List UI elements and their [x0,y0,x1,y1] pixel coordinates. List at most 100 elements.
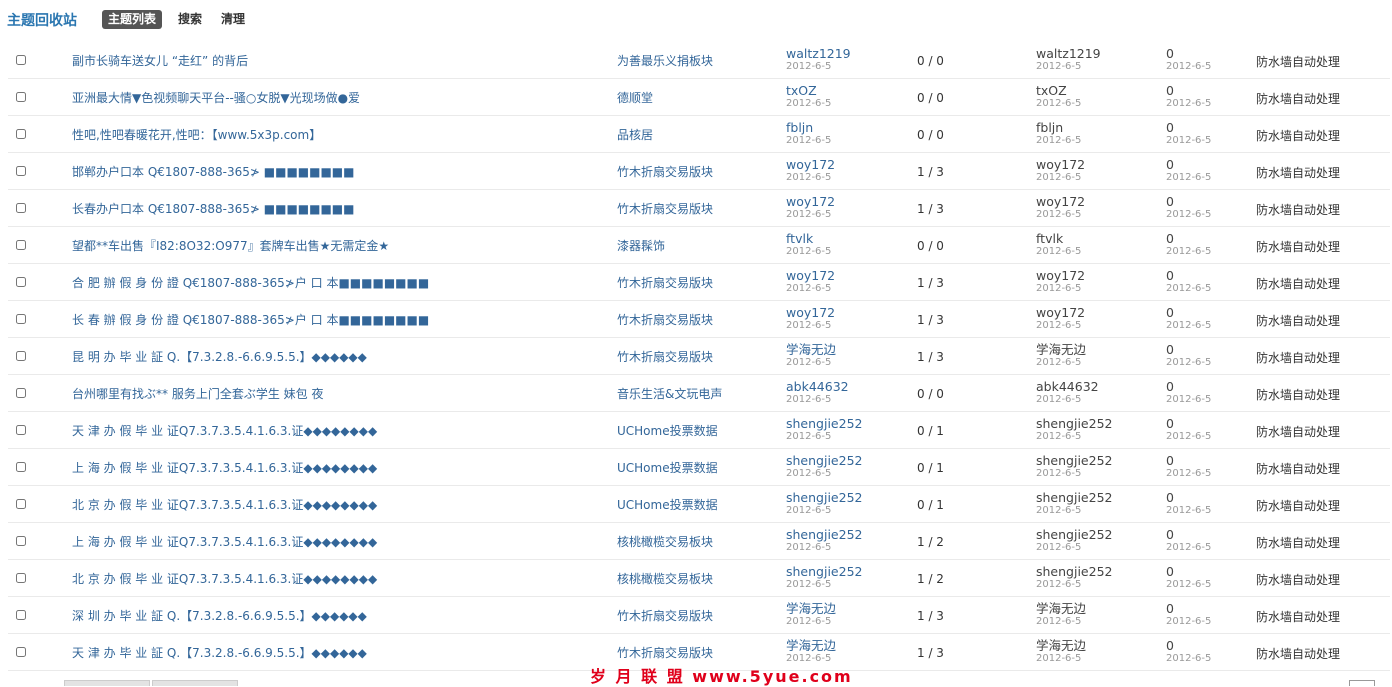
author-link[interactable]: ftvlk [786,232,831,246]
thread-subject-link[interactable]: 亚洲最大情▼色视频聊天平台--骚○女脱▼光现场做●爱 [72,89,360,106]
footer-button-1[interactable] [64,680,150,686]
author-link[interactable]: 学海无边 [786,602,836,616]
forum-link[interactable]: 德顺堂 [617,89,653,106]
forum-link[interactable]: UCHome投票数据 [617,459,718,476]
author-link[interactable]: shengjie252 [786,417,862,431]
thread-subject-link[interactable]: 长春办户口本 Q€1807-888-365≯ ■■■■■■■■ [72,200,354,217]
tab-cleanup[interactable]: 清理 [221,10,245,29]
thread-subject-link[interactable]: 邯郸办户口本 Q€1807-888-365≯ ■■■■■■■■ [72,163,354,180]
replies-views: 0 / 1 [917,461,944,475]
replies-views: 1 / 3 [917,165,944,179]
author-link[interactable]: txOZ [786,84,831,98]
page-title: 主题回收站 [7,13,77,29]
forum-link[interactable]: 竹木折扇交易版块 [617,348,713,365]
row-select-checkbox[interactable] [16,388,26,398]
author-link[interactable]: shengjie252 [786,528,862,542]
thread-subject-link[interactable]: 台州哪里有找ぶ** 服务上门全套ぶ学生 妹包 夜 [72,385,323,402]
thread-subject-link[interactable]: 合 肥 辦 假 身 份 證 Q€1807-888-365≯户 口 本■■■■■■… [72,274,429,291]
thread-subject-link[interactable]: 天 津 办 假 毕 业 证Q7.3.7.3.5.4.1.6.3.证◆◆◆◆◆◆◆… [72,422,377,439]
forum-link[interactable]: 竹木折扇交易版块 [617,644,713,661]
forum-link[interactable]: 竹木折扇交易版块 [617,607,713,624]
forum-link[interactable]: 核桃橄榄交易板块 [617,533,713,550]
thread-subject-link[interactable]: 深 圳 办 毕 业 証 Q.【7.3.2.8.-6.6.9.5.5.】◆◆◆◆◆… [72,607,367,624]
deleted-count: 0 [1166,342,1174,357]
row-select-checkbox[interactable] [16,129,26,139]
forum-link[interactable]: UCHome投票数据 [617,422,718,439]
last-poster: woy172 [1036,305,1086,320]
forum-link[interactable]: 漆器髹饰 [617,237,665,254]
last-poster: woy172 [1036,157,1086,172]
row-select-checkbox[interactable] [16,351,26,361]
last-post-date: 2012-6-5 [1036,98,1082,109]
deleted-cell: 0 2012-6-5 [1166,84,1211,110]
deleted-count: 0 [1166,601,1174,616]
tab-search[interactable]: 搜索 [178,10,202,29]
forum-link[interactable]: 竹木折扇交易版块 [617,274,713,291]
author-link[interactable]: shengjie252 [786,491,862,505]
author-link[interactable]: 学海无边 [786,343,836,357]
thread-subject-link[interactable]: 望都**车出售『I82:8O32:O977』套牌车出售★无需定金★ [72,237,389,254]
forum-link[interactable]: 品核居 [617,126,653,143]
row-select-checkbox[interactable] [16,573,26,583]
author-link[interactable]: woy172 [786,158,835,172]
deleted-cell: 0 2012-6-5 [1166,417,1211,443]
forum-link[interactable]: 竹木折扇交易版块 [617,200,713,217]
author-link[interactable]: shengjie252 [786,454,862,468]
replies-views: 1 / 3 [917,276,944,290]
last-post-cell: woy172 2012-6-5 [1036,269,1085,295]
forum-link[interactable]: 核桃橄榄交易板块 [617,570,713,587]
row-select-checkbox[interactable] [16,203,26,213]
deleted-cell: 0 2012-6-5 [1166,342,1211,369]
thread-subject-link[interactable]: 北 京 办 假 毕 业 证Q7.3.7.3.5.4.1.6.3.证◆◆◆◆◆◆◆… [72,570,377,587]
footer-button-2[interactable] [152,680,238,686]
author-link[interactable]: woy172 [786,306,835,320]
row-select-checkbox[interactable] [16,610,26,620]
row-select-checkbox[interactable] [16,314,26,324]
tab-topic-list[interactable]: 主题列表 [102,10,163,29]
row-select-checkbox[interactable] [16,240,26,250]
forum-link[interactable]: UCHome投票数据 [617,496,718,513]
replies-views: 0 / 0 [917,239,944,253]
last-post-date: 2012-6-5 [1036,394,1082,405]
deleted-date: 2012-6-5 [1166,542,1212,553]
forum-link[interactable]: 为善最乐义捐板块 [617,52,713,69]
last-post-cell: woy172 2012-6-5 [1036,195,1085,221]
table-row: 北 京 办 假 毕 业 证Q7.3.7.3.5.4.1.6.3.证◆◆◆◆◆◆◆… [8,560,1390,597]
row-select-checkbox[interactable] [16,166,26,176]
author-link[interactable]: woy172 [786,269,835,283]
thread-subject-link[interactable]: 长 春 辦 假 身 份 證 Q€1807-888-365≯户 口 本■■■■■■… [72,311,429,328]
forum-link[interactable]: 竹木折扇交易版块 [617,163,713,180]
row-select-checkbox[interactable] [16,536,26,546]
deleted-count: 0 [1166,564,1174,579]
thread-subject-link[interactable]: 上 海 办 假 毕 业 证Q7.3.7.3.5.4.1.6.3.证◆◆◆◆◆◆◆… [72,459,377,476]
author-link[interactable]: 学海无边 [786,639,836,653]
thread-subject-link[interactable]: 副市长骑车送女儿 “走红” 的背后 [72,52,248,69]
author-link[interactable]: fbljn [786,121,831,135]
thread-subject-link[interactable]: 天 津 办 毕 业 証 Q.【7.3.2.8.-6.6.9.5.5.】◆◆◆◆◆… [72,644,367,661]
last-post-cell: 学海无边 2012-6-5 [1036,343,1086,369]
row-select-checkbox[interactable] [16,462,26,472]
forum-link[interactable]: 音乐生活&文玩电声 [617,385,722,402]
thread-subject-link[interactable]: 昆 明 办 毕 业 証 Q.【7.3.2.8.-6.6.9.5.5.】◆◆◆◆◆… [72,348,367,365]
row-select-checkbox[interactable] [16,92,26,102]
author-link[interactable]: woy172 [786,195,835,209]
row-select-checkbox[interactable] [16,425,26,435]
thread-subject-link[interactable]: 上 海 办 假 毕 业 证Q7.3.7.3.5.4.1.6.3.证◆◆◆◆◆◆◆… [72,533,377,550]
author-link[interactable]: waltz1219 [786,47,851,61]
thread-subject-link[interactable]: 性吧,性吧春暖花开,性吧：【www.5x3p.com】 [72,126,321,143]
last-post-date: 2012-6-5 [1036,246,1082,257]
last-post-cell: shengjie252 2012-6-5 [1036,417,1112,443]
delete-reason: 防水墙自动处理 [1256,166,1341,180]
row-select-checkbox[interactable] [16,277,26,287]
row-select-checkbox[interactable] [16,647,26,657]
row-select-checkbox[interactable] [16,499,26,509]
forum-link[interactable]: 竹木折扇交易版块 [617,311,713,328]
table-row: 台州哪里有找ぶ** 服务上门全套ぶ学生 妹包 夜 音乐生活&文玩电声 abk44… [8,375,1390,412]
thread-subject-link[interactable]: 北 京 办 假 毕 业 证Q7.3.7.3.5.4.1.6.3.证◆◆◆◆◆◆◆… [72,496,377,513]
row-select-checkbox[interactable] [16,55,26,65]
author-link[interactable]: shengjie252 [786,565,862,579]
author-cell: shengjie252 2012-6-5 [786,565,862,591]
delete-reason: 防水墙自动处理 [1256,277,1341,291]
pager-input[interactable] [1349,680,1375,686]
author-link[interactable]: abk44632 [786,380,849,394]
